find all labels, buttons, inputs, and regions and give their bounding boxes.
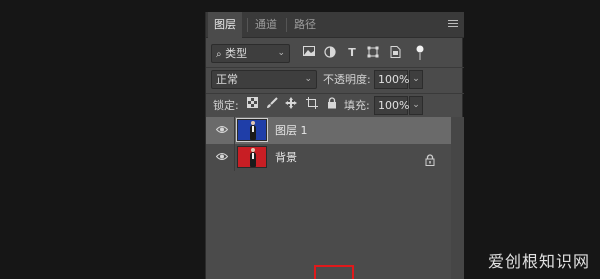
layer-thumbnail <box>237 146 267 168</box>
adjustment-filter-icon[interactable] <box>323 46 337 60</box>
image-filter-icon[interactable] <box>302 46 316 60</box>
opacity-dropdown-button[interactable]: ⌄ <box>409 70 423 89</box>
blend-row: 正常 ⌄ 不透明度: 100% ⌄ <box>206 69 464 91</box>
lock-label: 锁定: <box>213 99 239 112</box>
lock-row: 锁定: 填充: 100% ⌄ <box>206 95 464 117</box>
lock-all-icon[interactable] <box>325 97 339 113</box>
layer-name[interactable]: 图层 1 <box>275 117 308 144</box>
lock-artboard-icon[interactable] <box>305 97 319 113</box>
layers-panel: 图层 通道 路径 ⌕ 类型 ⌄ T 正常 ⌄ 不透明度: 100% ⌄ 锁定: … <box>205 12 464 279</box>
tab-separator <box>286 18 287 32</box>
layer-lock-icon[interactable] <box>425 151 435 166</box>
filter-row: ⌕ 类型 ⌄ T <box>206 43 464 65</box>
tab-paths[interactable]: 路径 <box>288 12 322 38</box>
lock-transparent-pixels-icon[interactable] <box>245 97 259 113</box>
type-filter-icon[interactable]: T <box>345 46 359 60</box>
filter-kind-select[interactable]: ⌕ 类型 ⌄ <box>211 44 290 63</box>
canvas-background: 图层 通道 路径 ⌕ 类型 ⌄ T 正常 ⌄ 不透明度: 100% ⌄ 锁定: … <box>0 0 600 279</box>
fill-dropdown-button[interactable]: ⌄ <box>409 96 423 115</box>
blend-mode-select[interactable]: 正常 ⌄ <box>211 70 317 89</box>
layer-name[interactable]: 背景 <box>275 144 297 171</box>
search-icon: ⌕ <box>216 49 222 60</box>
filter-toggle-icon[interactable] <box>416 45 424 61</box>
smart-object-filter-icon[interactable] <box>388 46 402 60</box>
lock-image-pixels-icon[interactable] <box>265 97 279 113</box>
highlight-box <box>314 265 354 279</box>
layer-row[interactable]: 图层 1 <box>206 117 451 144</box>
eye-visibility-icon[interactable] <box>215 152 229 162</box>
tab-separator <box>247 18 248 32</box>
chevron-down-icon: ⌄ <box>304 74 312 84</box>
tab-channels[interactable]: 通道 <box>249 12 283 38</box>
row-divider <box>206 67 464 68</box>
blend-mode-label: 正常 <box>216 73 238 86</box>
lock-position-icon[interactable] <box>284 97 298 113</box>
fill-label: 填充: <box>344 99 370 112</box>
panel-menu-icon[interactable] <box>448 20 458 29</box>
opacity-input[interactable]: 100% <box>374 70 409 89</box>
column-separator <box>234 117 235 144</box>
layer-thumbnail <box>236 118 268 142</box>
fill-input[interactable]: 100% <box>374 96 409 115</box>
tab-layers[interactable]: 图层 <box>208 12 242 39</box>
layer-row[interactable]: 背景 <box>206 144 451 171</box>
panel-tabbar: 图层 通道 路径 <box>206 12 464 39</box>
column-separator <box>234 144 235 171</box>
shape-filter-icon[interactable] <box>366 46 380 60</box>
opacity-label: 不透明度: <box>323 73 371 86</box>
layers-list: 图层 1 背景 <box>206 117 464 279</box>
chevron-down-icon: ⌄ <box>277 48 285 58</box>
watermark-text: 爱创根知识网 <box>487 252 590 271</box>
row-divider <box>206 93 464 94</box>
eye-visibility-icon[interactable] <box>215 125 229 135</box>
filter-kind-label: 类型 <box>225 47 248 60</box>
layers-scrollbar[interactable] <box>451 117 464 279</box>
